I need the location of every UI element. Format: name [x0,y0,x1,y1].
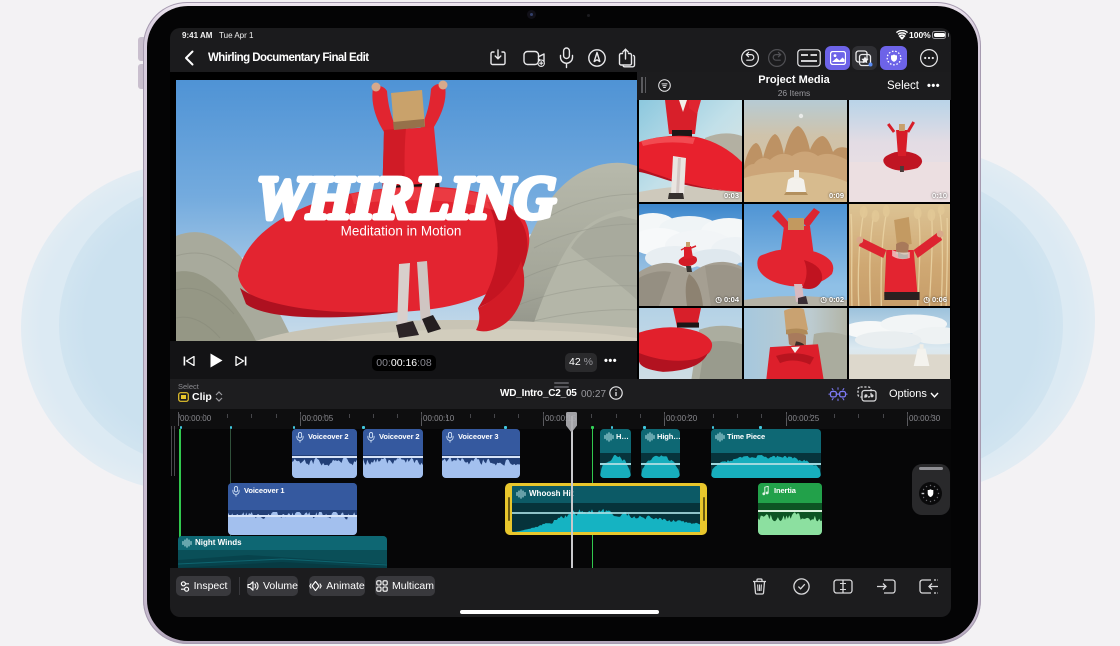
svg-text:WHIRLING: WHIRLING [255,165,557,232]
svg-text:Meditation in Motion: Meditation in Motion [341,224,462,239]
